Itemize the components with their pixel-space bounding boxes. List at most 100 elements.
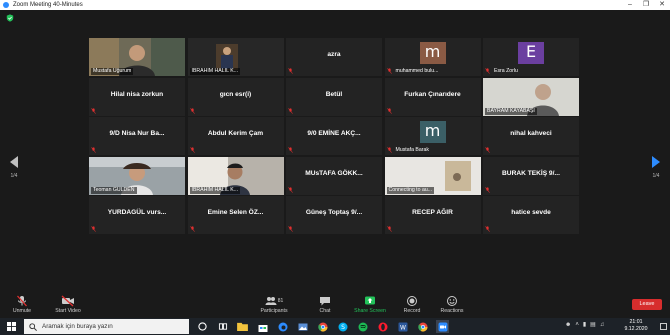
participants-icon — [265, 297, 277, 305]
network-icon[interactable]: ▤ — [590, 321, 596, 328]
next-page-button[interactable]: 1/4 — [650, 156, 662, 179]
participants-button[interactable]: 81 Participants — [252, 295, 296, 314]
participant-tile[interactable]: BURAK TEKİŞ 9/... — [483, 156, 579, 195]
participant-name-label: muhammed bulu... — [395, 68, 439, 74]
participants-count: 81 — [277, 298, 284, 304]
muted-mic-icon — [485, 147, 490, 153]
share-screen-button[interactable]: Share Screen — [348, 295, 392, 314]
search-placeholder: Aramak için buraya yazın — [42, 323, 113, 330]
gallery-grid: Mustafa Uğurum İBRAHİM HALİL K... azra m muh… — [89, 38, 579, 274]
minimize-icon[interactable]: – — [622, 0, 638, 10]
store-icon[interactable] — [256, 320, 269, 333]
participant-avatar: m — [419, 42, 446, 64]
participant-tile[interactable]: nihal kahveci — [483, 117, 579, 155]
participant-name: Hilal nisa zorkun — [110, 90, 164, 98]
photos-icon[interactable] — [296, 320, 309, 333]
muted-mic-icon — [91, 226, 96, 232]
participant-avatar: E — [518, 42, 544, 64]
participant-tile[interactable]: E Esra Zorlu — [483, 38, 579, 76]
participant-name-label: Mustafa Uğurum — [91, 68, 134, 75]
participant-tile[interactable]: İBRAHİM HALİL K... — [187, 156, 284, 195]
muted-mic-icon — [386, 147, 392, 153]
word-icon[interactable]: W — [396, 320, 409, 333]
participant-tile[interactable]: Mustafa Uğurum — [89, 38, 185, 76]
edge-icon[interactable] — [276, 320, 289, 333]
participant-tile[interactable]: Emine Selen ÖZ... — [187, 196, 284, 234]
reactions-icon — [447, 296, 457, 306]
participant-avatar: m — [419, 121, 446, 143]
close-icon[interactable]: ✕ — [654, 0, 670, 10]
record-label: Record — [403, 308, 421, 314]
participant-tile[interactable]: Teoman GÜLDEN — [89, 156, 185, 195]
windows-start-icon[interactable] — [7, 322, 16, 331]
notification-icon[interactable] — [660, 323, 667, 330]
people-icon[interactable]: ☻ — [565, 322, 571, 328]
unmute-button[interactable]: Unmute — [0, 295, 44, 314]
participant-tile[interactable]: Betül — [286, 77, 382, 116]
chrome-icon-2[interactable] — [416, 320, 429, 333]
file-explorer-icon[interactable] — [236, 320, 249, 333]
participant-tile[interactable]: Hilal nisa zorkun — [89, 77, 185, 116]
muted-mic-icon — [288, 147, 293, 153]
task-view-icon[interactable] — [216, 320, 229, 333]
chevron-left-icon[interactable] — [10, 156, 18, 168]
participant-tile[interactable]: Abdul Kerim Çam — [187, 117, 284, 155]
reactions-button[interactable]: Reactions — [430, 295, 474, 314]
record-icon — [407, 296, 417, 306]
volume-icon[interactable]: ♫ — [600, 322, 605, 328]
opera-icon[interactable] — [376, 320, 389, 333]
reactions-label: Reactions — [440, 308, 464, 314]
participant-tile[interactable]: BAYRAM KAYABAŞI — [483, 77, 579, 116]
cortana-icon[interactable] — [196, 320, 209, 333]
participant-tile[interactable]: hatice sevde — [483, 196, 579, 234]
taskbar-clock[interactable]: 21:01 9.12.2020 — [617, 319, 655, 333]
chevron-up-icon[interactable]: ˄ — [575, 322, 579, 328]
title-bar: Zoom Meeting 40-Minutes – ❐ ✕ — [0, 0, 670, 10]
participant-tile[interactable]: m muhammed bulu... — [384, 38, 481, 76]
battery-icon[interactable]: ▮ — [583, 321, 586, 328]
share-screen-icon — [365, 296, 375, 305]
window-title: Zoom Meeting 40-Minutes — [13, 2, 83, 8]
record-button[interactable]: Record — [390, 295, 434, 314]
leave-button[interactable]: Leave — [632, 299, 662, 310]
participant-name: 9/D Nisa Nur Ba... — [109, 130, 165, 137]
participant-tile[interactable]: gıcn esr(i) — [187, 77, 284, 116]
restore-icon[interactable]: ❐ — [638, 0, 654, 10]
start-video-button[interactable]: Start Video — [46, 295, 90, 314]
participant-tile[interactable]: Connecting to au... — [384, 156, 481, 195]
participant-tile[interactable]: YURDAGÜL vurs... — [89, 196, 185, 234]
muted-mic-icon — [386, 107, 392, 114]
chat-button[interactable]: Chat — [303, 295, 347, 314]
participant-name: Güneş Toptaş 9/... — [305, 209, 363, 216]
participant-name: hatice sevde — [511, 209, 551, 216]
participant-name: YURDAGÜL vurs... — [107, 209, 167, 216]
spotify-icon[interactable] — [356, 320, 369, 333]
participant-name: nihal kahveci — [510, 130, 552, 137]
participant-tile[interactable]: 9/D Nisa Nur Ba... — [89, 117, 185, 155]
participant-tile[interactable]: RECEP AĞIR — [384, 196, 481, 234]
previous-page-button[interactable]: 1/4 — [8, 156, 20, 179]
security-shield-icon[interactable] — [6, 14, 14, 22]
muted-mic-icon — [386, 226, 392, 232]
participant-name: gıcn esr(i) — [219, 90, 252, 98]
participant-name: MUsTAFA GÖKK... — [305, 169, 363, 177]
participant-tile[interactable]: MUsTAFA GÖKK... — [286, 156, 382, 195]
chat-label: Chat — [319, 308, 331, 314]
muted-mic-icon — [288, 107, 293, 114]
taskbar-search-box[interactable]: Aramak için buraya yazın — [24, 319, 189, 334]
participant-name: Furkan Çınarıdere — [404, 90, 461, 98]
chrome-icon[interactable] — [316, 320, 329, 333]
muted-mic-icon — [189, 147, 195, 153]
muted-mic-icon — [386, 68, 392, 74]
participant-tile[interactable]: Furkan Çınarıdere — [384, 77, 481, 116]
zoom-taskbar-icon[interactable] — [436, 320, 449, 333]
participant-tile[interactable]: m Mustafa Barak — [384, 117, 481, 155]
participant-name-label: Mustafa Barak — [395, 147, 429, 153]
participant-tile[interactable]: 9/0 EMİNE AKÇ... — [286, 117, 382, 155]
skype-icon[interactable]: S — [336, 320, 349, 333]
participant-tile[interactable]: azra — [286, 38, 382, 76]
zoom-window: Zoom Meeting 40-Minutes – ❐ ✕ 1/4 Mustaf… — [0, 0, 670, 335]
participant-tile[interactable]: İBRAHİM HALİL K... — [187, 38, 284, 76]
participant-tile[interactable]: Güneş Toptaş 9/... — [286, 196, 382, 234]
chevron-right-icon[interactable] — [652, 156, 660, 168]
